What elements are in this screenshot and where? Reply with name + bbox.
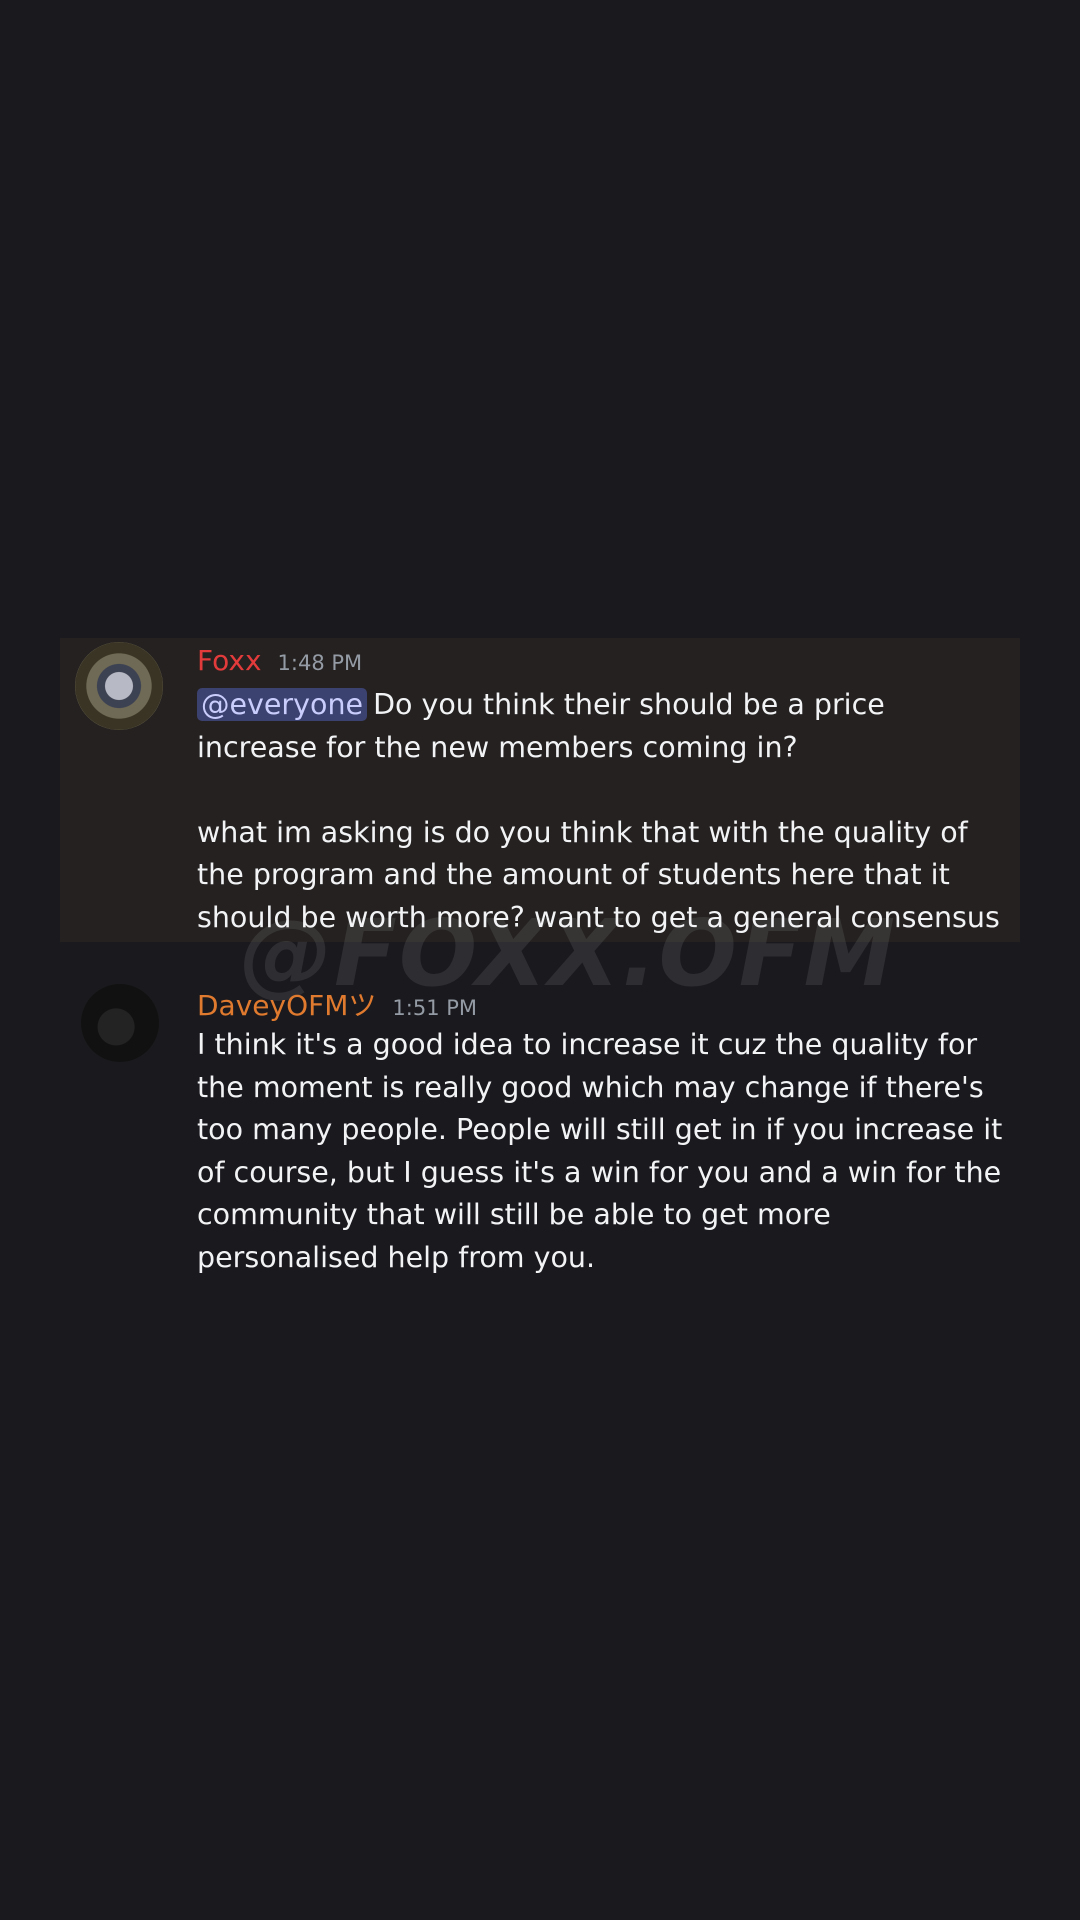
avatar[interactable] bbox=[75, 642, 163, 730]
avatar[interactable] bbox=[81, 984, 159, 1062]
message-content: I think it's a good idea to increase it … bbox=[197, 1024, 1007, 1279]
message-text: what im asking is do you think that with… bbox=[197, 815, 1000, 934]
message-content: @everyone Do you think their should be a … bbox=[197, 684, 1007, 939]
timestamp: 1:48 PM bbox=[277, 651, 363, 675]
message-foxx[interactable]: Foxx 1:48 PM @everyone Do you think their… bbox=[60, 638, 1020, 942]
message-header: Foxx 1:48 PM bbox=[197, 644, 362, 677]
username[interactable]: DaveyOFMツ bbox=[197, 984, 376, 1024]
timestamp: 1:51 PM bbox=[392, 996, 478, 1020]
message-header: DaveyOFMツ 1:51 PM bbox=[197, 984, 477, 1024]
mention-everyone[interactable]: @everyone bbox=[197, 688, 368, 721]
message-davey[interactable]: DaveyOFMツ 1:51 PM I think it's a good id… bbox=[60, 978, 1020, 1278]
username[interactable]: Foxx bbox=[197, 644, 262, 677]
message-text: I think it's a good idea to increase it … bbox=[197, 1028, 1003, 1274]
